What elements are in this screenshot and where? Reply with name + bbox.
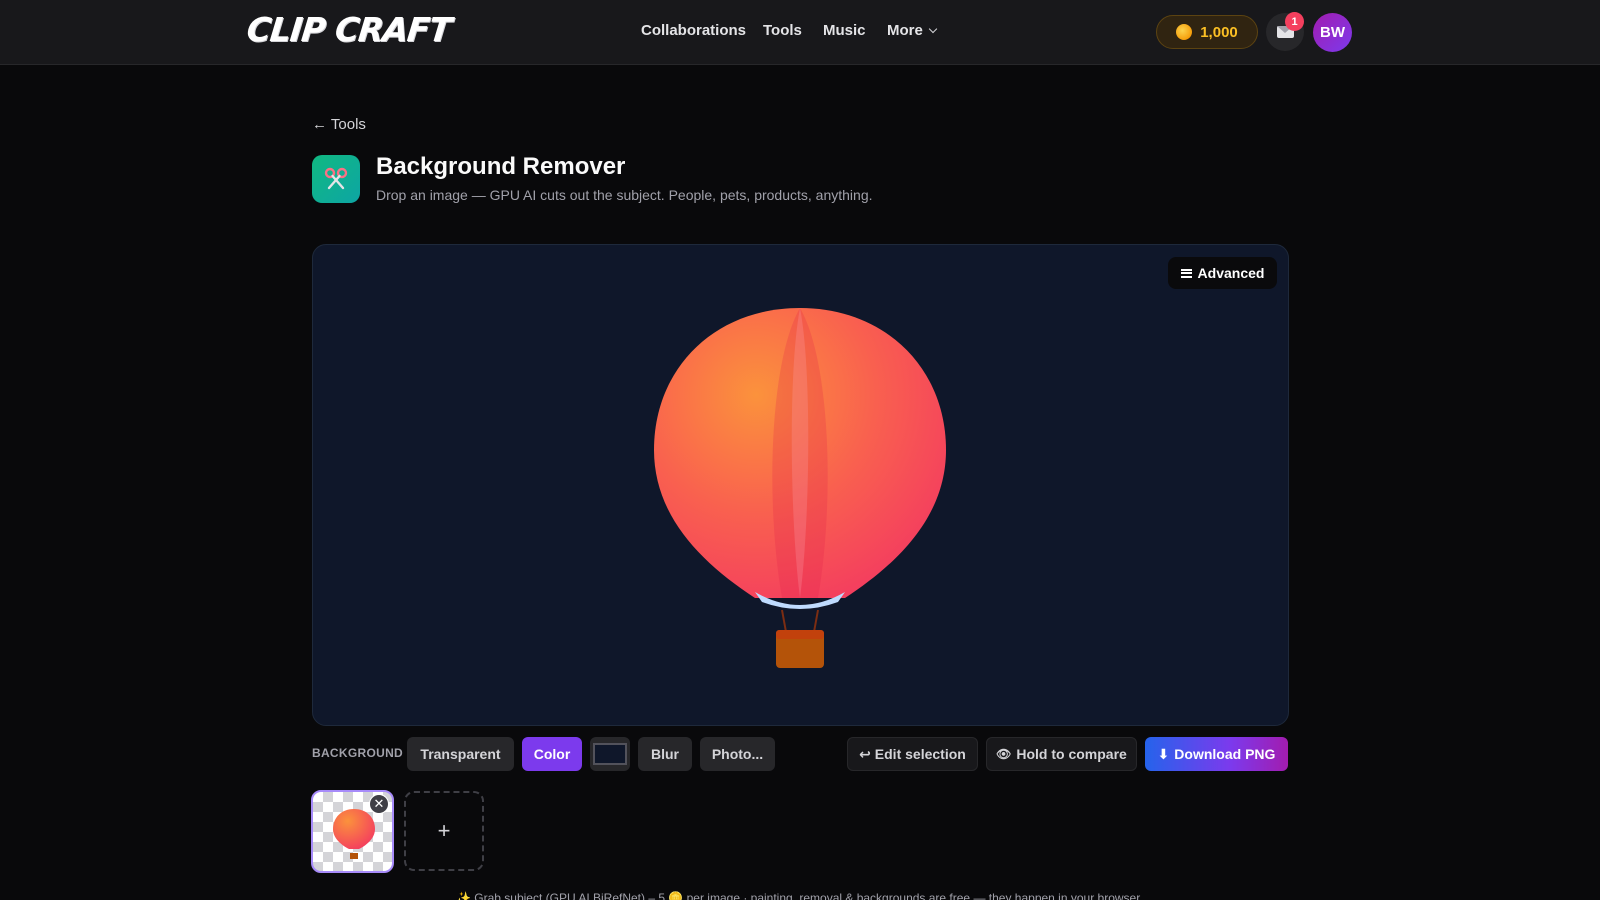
page-subtitle: Drop an image — GPU AI cuts out the subj…	[376, 187, 873, 203]
download-label: Download PNG	[1174, 746, 1276, 762]
color-swatch	[593, 743, 627, 765]
color-picker[interactable]	[590, 737, 630, 771]
download-icon: ⬇	[1157, 745, 1170, 762]
background-color-button[interactable]: Color	[522, 737, 582, 771]
credits-value: 1,000	[1200, 23, 1238, 41]
menu-icon	[1180, 268, 1192, 278]
user-avatar[interactable]: BW	[1313, 13, 1352, 52]
advanced-label: Advanced	[1197, 265, 1265, 281]
background-transparent-button[interactable]: Transparent	[407, 737, 514, 771]
nav-tools[interactable]: Tools	[763, 22, 802, 39]
eye-icon: 👁	[996, 747, 1012, 761]
scissors-icon	[312, 155, 360, 203]
advanced-button[interactable]: Advanced	[1168, 257, 1277, 289]
remove-image-button[interactable]: ✕	[369, 794, 389, 814]
compare-label: Hold to compare	[1016, 746, 1127, 762]
hot-air-balloon-image	[654, 308, 946, 668]
edit-selection-button[interactable]: ↩ Edit selection	[847, 737, 978, 771]
background-photo-button[interactable]: Photo...	[700, 737, 775, 771]
nav-music[interactable]: Music	[823, 22, 866, 39]
notification-badge: 1	[1285, 12, 1304, 31]
nav-more-label: More	[887, 22, 923, 39]
add-image-button[interactable]: +	[404, 791, 484, 871]
coin-icon	[1176, 24, 1193, 40]
background-blur-button[interactable]: Blur	[638, 737, 692, 771]
clipcraft-logo[interactable]: CLIP CRAFT	[245, 10, 453, 49]
chevron-down-icon	[928, 24, 938, 34]
download-png-button[interactable]: ⬇ Download PNG	[1145, 737, 1288, 771]
nav-collaborations[interactable]: Collaborations	[641, 22, 746, 39]
back-to-tools-link[interactable]: ← Tools	[312, 116, 366, 133]
credits-balance[interactable]: 1,000	[1156, 15, 1258, 49]
hold-to-compare-button[interactable]: 👁 Hold to compare	[986, 737, 1137, 771]
pricing-note: ✨ Grab subject (GPU AI BiRefNet) – 5 🪙 p…	[456, 891, 1143, 900]
background-label: BACKGROUND	[312, 746, 403, 760]
page-title: Background Remover	[376, 153, 626, 180]
top-navigation: CLIP CRAFT Collaborations Tools Music Mo…	[0, 0, 1600, 65]
nav-more[interactable]: More	[887, 22, 938, 39]
